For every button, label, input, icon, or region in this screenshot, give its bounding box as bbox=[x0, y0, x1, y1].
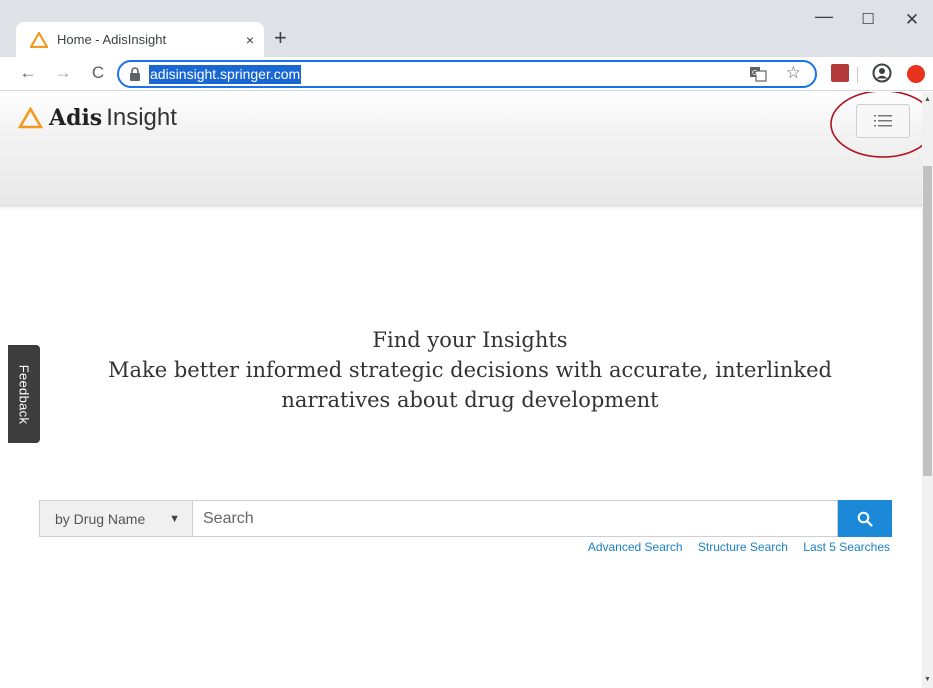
browser-tab[interactable]: Home - AdisInsight × bbox=[16, 22, 264, 57]
translate-icon[interactable]: G bbox=[749, 66, 767, 82]
back-button[interactable]: ← bbox=[17, 63, 39, 83]
search-button[interactable] bbox=[838, 500, 892, 537]
hero-title: Find your Insights bbox=[372, 328, 568, 352]
window-maximize-button[interactable]: ☐ bbox=[853, 12, 883, 28]
hero-subtitle-line1: Make better informed strategic decisions… bbox=[108, 358, 832, 382]
toolbar-divider bbox=[857, 67, 858, 83]
last-5-searches-link[interactable]: Last 5 Searches bbox=[803, 540, 890, 554]
tab-title: Home - AdisInsight bbox=[57, 32, 167, 47]
new-tab-button[interactable]: + bbox=[274, 27, 287, 49]
hero-subtitle-line2: narratives about drug development bbox=[281, 388, 659, 412]
hero-section: Find your Insights Make better informed … bbox=[60, 326, 880, 415]
search-scope-dropdown[interactable]: by Drug Name ▼ bbox=[39, 500, 192, 537]
lock-icon bbox=[130, 67, 140, 81]
bookmark-star-icon[interactable]: ☆ bbox=[786, 63, 801, 83]
caret-down-icon: ▼ bbox=[169, 513, 180, 525]
structure-search-link[interactable]: Structure Search bbox=[698, 540, 788, 554]
adis-favicon-icon bbox=[30, 31, 48, 48]
site-logo[interactable]: Adis Insight bbox=[18, 104, 177, 132]
adis-logo-icon bbox=[18, 107, 43, 129]
page-scrollbar[interactable]: ▲ ▼ bbox=[922, 92, 933, 688]
advanced-search-link[interactable]: Advanced Search bbox=[588, 540, 683, 554]
menu-button[interactable] bbox=[856, 104, 910, 138]
page-viewport: Adis Insight Feedback Find your Insights… bbox=[0, 92, 933, 688]
forward-button[interactable]: → bbox=[52, 63, 74, 83]
browser-toolbar: ← → C adisinsight.springer.com G ☆ bbox=[0, 57, 933, 91]
feedback-tab[interactable]: Feedback bbox=[8, 345, 40, 443]
profile-icon[interactable] bbox=[872, 63, 892, 83]
search-links: Advanced Search Structure Search Last 5 … bbox=[470, 540, 890, 554]
site-header: Adis Insight bbox=[0, 92, 922, 206]
search-input[interactable] bbox=[192, 500, 838, 537]
scroll-up-icon[interactable]: ▲ bbox=[923, 96, 932, 103]
pdf-extension-icon[interactable] bbox=[831, 64, 849, 82]
search-icon bbox=[857, 511, 873, 527]
search-scope-value: by Drug Name bbox=[55, 510, 146, 527]
window-minimize-button[interactable]: — bbox=[809, 7, 839, 25]
scrollbar-thumb[interactable] bbox=[923, 166, 932, 476]
feedback-label: Feedback bbox=[16, 364, 32, 424]
window-close-button[interactable]: ✕ bbox=[897, 11, 927, 28]
reload-button[interactable]: C bbox=[87, 63, 109, 83]
tab-strip: Home - AdisInsight × + — ☐ ✕ bbox=[0, 0, 933, 57]
logo-text-adis: Adis bbox=[49, 105, 103, 131]
scroll-down-icon[interactable]: ▼ bbox=[923, 676, 932, 683]
logo-text-insight: Insight bbox=[106, 104, 177, 131]
list-menu-icon bbox=[874, 115, 892, 127]
address-bar[interactable]: adisinsight.springer.com G ☆ bbox=[117, 60, 817, 88]
svg-text:G: G bbox=[752, 69, 757, 77]
search-bar: by Drug Name ▼ bbox=[39, 500, 892, 537]
extension-red-icon[interactable] bbox=[907, 65, 925, 83]
url-text[interactable]: adisinsight.springer.com bbox=[149, 64, 302, 84]
tab-close-icon[interactable]: × bbox=[236, 32, 264, 48]
